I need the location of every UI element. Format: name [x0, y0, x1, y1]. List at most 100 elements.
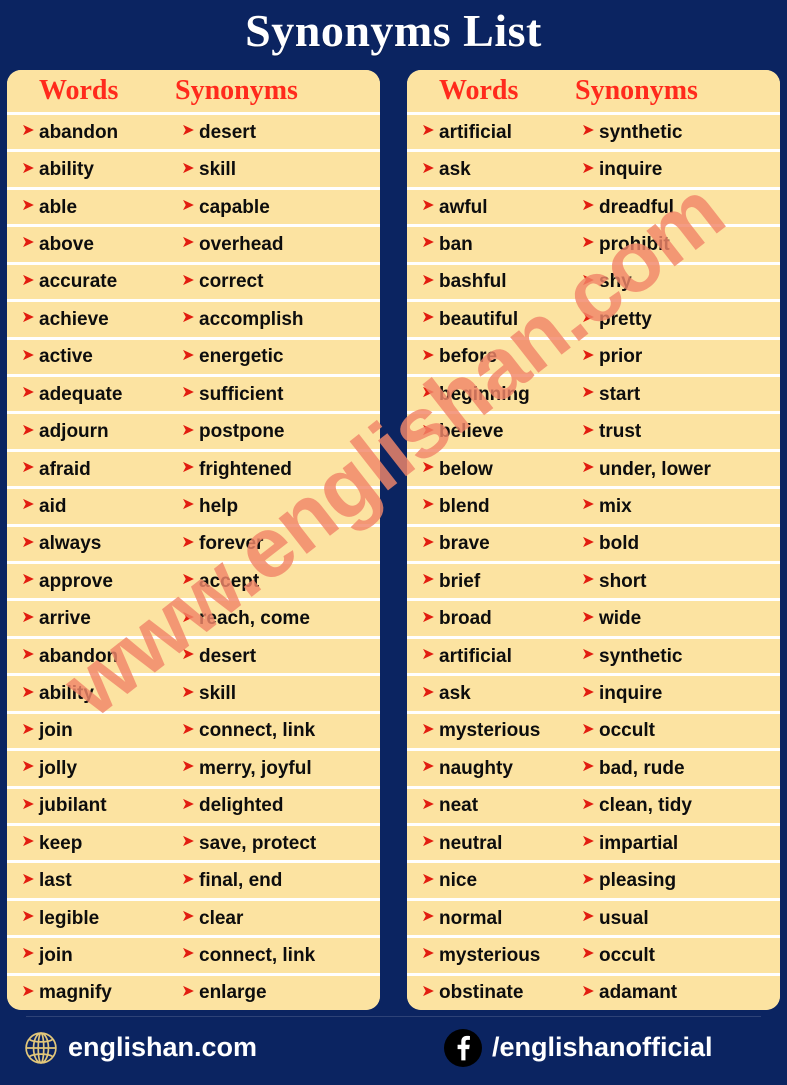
arrow-bullet-icon: ➤ — [581, 309, 595, 327]
arrow-bullet-icon: ➤ — [181, 271, 195, 289]
table-row: ➤ ability ➤ skill — [7, 673, 380, 711]
word-label: below — [439, 458, 493, 480]
table-row: ➤ arrive ➤ reach, come — [7, 598, 380, 636]
word-label: last — [39, 870, 72, 892]
arrow-bullet-icon: ➤ — [581, 122, 595, 140]
synonym-label: frightened — [199, 458, 292, 480]
word-label: artificial — [439, 121, 512, 143]
synonym-label: under, lower — [599, 458, 711, 480]
table-row: ➤ achieve ➤ accomplish — [7, 299, 380, 337]
word-cell: ➤ active — [7, 347, 175, 366]
word-cell: ➤ ask — [407, 684, 575, 703]
synonym-label: pleasing — [599, 870, 677, 892]
arrow-bullet-icon: ➤ — [21, 982, 35, 1000]
word-label: beautiful — [439, 308, 519, 330]
word-label: brave — [439, 533, 490, 555]
synonym-cell: ➤ connect, link — [175, 946, 380, 965]
word-cell: ➤ nice — [407, 871, 575, 890]
word-label: blend — [439, 495, 490, 517]
synonym-label: delighted — [199, 795, 284, 817]
arrow-bullet-icon: ➤ — [181, 197, 195, 215]
synonym-cell: ➤ correct — [175, 272, 380, 291]
word-cell: ➤ able — [7, 198, 175, 217]
synonym-label: trust — [599, 421, 642, 443]
arrow-bullet-icon: ➤ — [581, 234, 595, 252]
table-row: ➤ normal ➤ usual — [407, 897, 780, 936]
synonym-label: help — [199, 495, 239, 517]
arrow-bullet-icon: ➤ — [21, 459, 35, 476]
table-row: ➤ mysterious ➤ occult — [407, 710, 780, 749]
word-cell: ➤ blend — [407, 497, 575, 516]
arrow-bullet-icon: ➤ — [581, 608, 595, 626]
synonym-label: accept — [199, 570, 260, 592]
synonym-cell: ➤ accept — [175, 572, 380, 591]
arrow-bullet-icon: ➤ — [181, 758, 195, 776]
synonym-label: wide — [599, 608, 642, 630]
synonym-cell: ➤ connect, link — [175, 721, 380, 740]
table-row: ➤ neat ➤ clean, tidy — [407, 785, 780, 824]
table-row: ➤ broad ➤ wide — [407, 598, 780, 636]
word-cell: ➤ artificial — [407, 647, 575, 666]
table-row: ➤ able ➤ capable — [7, 186, 380, 225]
synonym-cell: ➤ under, lower — [575, 460, 780, 479]
arrow-bullet-icon: ➤ — [581, 945, 595, 963]
synonym-cell: ➤ skill — [175, 160, 380, 179]
arrow-bullet-icon: ➤ — [21, 122, 35, 140]
word-cell: ➤ brave — [407, 534, 575, 553]
synonym-cell: ➤ sufficient — [175, 385, 380, 404]
left-header-words: Words — [39, 75, 119, 106]
synonym-cell: ➤ save, protect — [175, 834, 380, 853]
synonym-label: dreadful — [599, 196, 674, 218]
arrow-bullet-icon: ➤ — [581, 533, 595, 551]
arrow-bullet-icon: ➤ — [21, 533, 35, 551]
left-header-synonyms: Synonyms — [175, 75, 298, 106]
word-label: normal — [439, 907, 503, 929]
synonym-cell: ➤ clear — [175, 909, 380, 928]
word-label: brief — [439, 570, 481, 592]
synonym-label: inquire — [599, 683, 663, 705]
word-label: abandon — [39, 121, 119, 143]
synonym-label: final, end — [199, 870, 283, 892]
synonym-label: postpone — [199, 421, 285, 443]
arrow-bullet-icon: ➤ — [21, 271, 35, 289]
synonym-cell: ➤ prior — [575, 347, 780, 366]
table-row: ➤ mysterious ➤ occult — [407, 935, 780, 973]
facebook-link[interactable]: /englishanofficial — [394, 1028, 764, 1067]
synonym-cell: ➤ trust — [575, 422, 780, 441]
arrow-bullet-icon: ➤ — [581, 908, 595, 926]
word-cell: ➤ last — [7, 871, 175, 890]
arrow-bullet-icon: ➤ — [181, 795, 195, 813]
word-cell: ➤ beginning — [407, 385, 575, 404]
arrow-bullet-icon: ➤ — [181, 870, 195, 888]
word-cell: ➤ ability — [7, 160, 175, 179]
synonym-cell: ➤ occult — [575, 721, 780, 740]
word-label: awful — [439, 196, 488, 218]
synonym-cell: ➤ inquire — [575, 684, 780, 703]
website-link[interactable]: englishan.com — [24, 1031, 394, 1065]
arrow-bullet-icon: ➤ — [181, 833, 195, 851]
word-cell: ➤ accurate — [7, 272, 175, 291]
table-row: ➤ legible ➤ clear — [7, 897, 380, 936]
word-label: ability — [39, 683, 94, 705]
synonym-cell: ➤ enlarge — [175, 983, 380, 1002]
arrow-bullet-icon: ➤ — [421, 982, 435, 1000]
right-synonym-card: Words Synonyms ➤ artificial ➤ synthetic ➤ ask… — [407, 70, 780, 1010]
word-cell: ➤ adjourn — [7, 422, 175, 441]
table-row: ➤ artificial ➤ synthetic — [407, 635, 780, 674]
synonym-label: mix — [599, 495, 632, 517]
synonym-cell: ➤ short — [575, 572, 780, 591]
word-cell: ➤ join — [7, 721, 175, 740]
synonym-label: bad, rude — [599, 757, 685, 779]
table-row: ➤ nice ➤ pleasing — [407, 860, 780, 898]
arrow-bullet-icon: ➤ — [181, 608, 195, 626]
arrow-bullet-icon: ➤ — [581, 720, 595, 738]
word-label: ask — [439, 159, 471, 181]
synonym-label: save, protect — [199, 832, 317, 854]
arrow-bullet-icon: ➤ — [421, 459, 435, 476]
synonym-cell: ➤ forever — [175, 534, 380, 553]
word-label: believe — [439, 421, 504, 443]
synonym-label: desert — [199, 645, 257, 667]
word-cell: ➤ beautiful — [407, 310, 575, 329]
synonym-cell: ➤ desert — [175, 647, 380, 666]
synonym-label: clear — [199, 907, 244, 929]
